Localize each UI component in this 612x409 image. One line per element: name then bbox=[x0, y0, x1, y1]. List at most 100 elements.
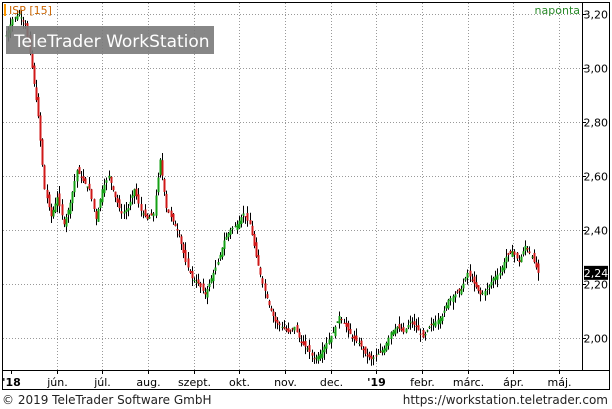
candle-body bbox=[259, 267, 262, 275]
price-chart[interactable]: TeleTrader WorkStation ISP [15] naponta … bbox=[0, 0, 612, 409]
candle-body bbox=[255, 242, 258, 257]
symbol-label[interactable]: ISP [15] bbox=[9, 4, 52, 17]
candle-body bbox=[54, 203, 57, 213]
candle-body bbox=[426, 330, 429, 332]
candle-body bbox=[270, 308, 273, 311]
x-tick-label: júl. bbox=[93, 376, 111, 389]
candle-body bbox=[193, 280, 196, 282]
candle-body bbox=[191, 271, 194, 279]
candle-series bbox=[5, 9, 540, 366]
candle-body bbox=[184, 249, 187, 263]
candle-body bbox=[355, 335, 358, 342]
candle-body bbox=[473, 276, 476, 284]
candle-body bbox=[368, 353, 371, 358]
candle-body bbox=[229, 229, 232, 235]
candle-body bbox=[73, 181, 76, 193]
candle-body bbox=[505, 256, 508, 263]
y-tick-label: 3,00 bbox=[584, 63, 609, 76]
candle-body bbox=[108, 175, 111, 179]
candle-body bbox=[370, 355, 373, 360]
candle-body bbox=[114, 191, 117, 198]
candle-body bbox=[276, 320, 279, 324]
candle-body bbox=[409, 321, 412, 323]
candle-body bbox=[84, 178, 87, 184]
candle-body bbox=[37, 97, 40, 117]
candle-body bbox=[95, 211, 98, 219]
candle-body bbox=[323, 346, 326, 353]
candle-body bbox=[296, 325, 299, 333]
candle-body bbox=[518, 260, 521, 263]
candle-body bbox=[503, 262, 506, 271]
candle-body bbox=[513, 251, 516, 255]
candle-body bbox=[300, 341, 303, 344]
candle-body bbox=[456, 291, 459, 293]
candle-body bbox=[99, 199, 102, 208]
candle-body bbox=[101, 189, 104, 203]
candle-body bbox=[223, 240, 226, 249]
candle-body bbox=[338, 316, 341, 324]
candle-body bbox=[524, 245, 527, 251]
candle-body bbox=[319, 353, 322, 359]
candle-body bbox=[306, 348, 309, 350]
candle-body bbox=[439, 317, 442, 324]
candle-body bbox=[479, 290, 482, 295]
candle-body bbox=[321, 350, 324, 358]
candle-body bbox=[242, 213, 245, 216]
candle-body bbox=[377, 353, 380, 355]
candle-body bbox=[31, 52, 34, 68]
x-tick-label: jún. bbox=[46, 376, 68, 389]
candle-body bbox=[308, 345, 311, 353]
candle-body bbox=[41, 139, 44, 165]
candle-body bbox=[387, 337, 390, 346]
candle-body bbox=[325, 343, 328, 349]
x-tick-label: febr. bbox=[410, 376, 435, 389]
candle-body bbox=[142, 213, 145, 215]
candle-body bbox=[43, 165, 46, 190]
candle-body bbox=[246, 213, 249, 221]
watermark-text: TeleTrader WorkStation bbox=[13, 32, 210, 52]
candle-body bbox=[180, 236, 183, 245]
candle-body bbox=[176, 229, 179, 231]
candle-body bbox=[419, 333, 422, 335]
candle-body bbox=[437, 319, 440, 325]
x-tick-label: ápr. bbox=[503, 376, 524, 389]
candle-body bbox=[293, 326, 296, 331]
candle-body bbox=[372, 357, 375, 359]
candle-body bbox=[283, 327, 286, 329]
candle-body bbox=[174, 223, 177, 227]
candle-body bbox=[266, 294, 269, 299]
candle-body bbox=[526, 248, 529, 250]
candle-body bbox=[375, 355, 378, 357]
candle-body bbox=[155, 195, 158, 216]
candle-body bbox=[146, 214, 149, 219]
candle-body bbox=[360, 340, 363, 347]
candle-body bbox=[253, 234, 256, 246]
y-tick-label: 2,80 bbox=[584, 117, 609, 130]
candle-body bbox=[76, 170, 79, 182]
candle-body bbox=[22, 20, 25, 22]
candle-body bbox=[11, 19, 14, 26]
candle-body bbox=[313, 358, 316, 360]
candle-body bbox=[494, 276, 497, 280]
candle-body bbox=[366, 355, 369, 357]
candle-body bbox=[488, 285, 491, 288]
interval-label[interactable]: naponta bbox=[535, 4, 580, 17]
footer-url[interactable]: https://workstation.teletrader.com bbox=[403, 393, 608, 407]
candle-body bbox=[428, 326, 431, 328]
candle-body bbox=[120, 211, 123, 214]
x-tick-label: szept. bbox=[178, 376, 211, 389]
candle-body bbox=[268, 300, 271, 306]
candle-body bbox=[481, 292, 484, 294]
y-tick-label: 2,20 bbox=[584, 279, 609, 292]
candle-body bbox=[208, 283, 211, 288]
candle-body bbox=[383, 348, 386, 354]
candle-body bbox=[291, 328, 294, 330]
candle-body bbox=[65, 217, 68, 227]
candle-body bbox=[150, 213, 153, 216]
candle-body bbox=[417, 325, 420, 331]
candle-body bbox=[340, 319, 343, 321]
candle-body bbox=[520, 256, 523, 263]
candle-body bbox=[400, 328, 403, 331]
candle-body bbox=[330, 335, 333, 343]
candle-body bbox=[125, 209, 128, 213]
